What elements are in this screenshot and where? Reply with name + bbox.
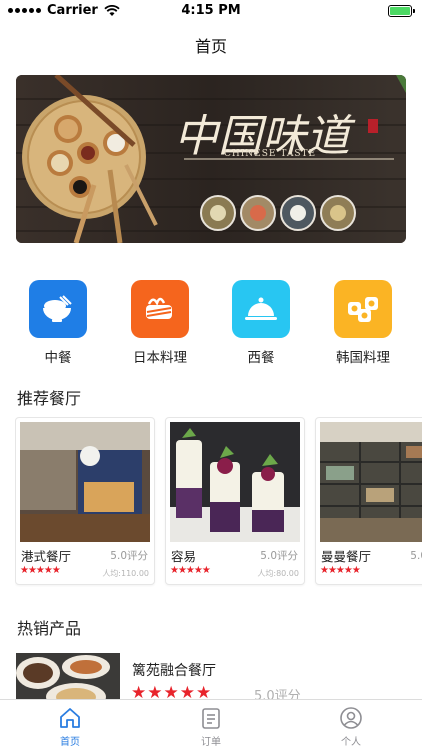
category-grid: 中餐 日本料理 西餐 韩国料理 <box>0 280 422 370</box>
category-western[interactable]: 西餐 <box>216 280 306 366</box>
restaurant-image <box>170 422 300 542</box>
rolls-icon <box>334 280 392 338</box>
profile-icon <box>311 706 391 730</box>
rating-stars: ★★★★★ <box>170 565 211 576</box>
category-korean[interactable]: 韩国料理 <box>318 280 408 366</box>
restaurant-card[interactable]: 容易 5.0评分 ★★★★★ 人均:80.00 <box>165 417 305 585</box>
battery-icon <box>388 5 415 17</box>
banner-title-en: CHINESE TASTE <box>224 149 316 159</box>
product-name: 篱苑融合餐厅 <box>132 663 216 679</box>
restaurant-card[interactable]: 曼曼餐厅 5.0评分 ★★★★★ 人均 <box>315 417 422 585</box>
banner-image: 中国味道 CHINESE TASTE <box>16 75 406 243</box>
tab-bar: 首页 订单 个人 <box>0 699 422 750</box>
hot-products-title: 热销产品 <box>17 619 82 638</box>
tab-label: 个人 <box>341 737 361 748</box>
restaurant-avg-price: 人均:110.00 <box>102 569 149 578</box>
sushi-icon <box>131 280 189 338</box>
rating-stars: ★★★★★ <box>20 565 61 576</box>
recommended-title: 推荐餐厅 <box>17 389 82 408</box>
product-item[interactable]: 篱苑融合餐厅 ★★★★★ 5.0评分 <box>16 653 422 704</box>
restaurant-score: 5.0评分 <box>260 550 298 562</box>
category-label: 韩国料理 <box>336 350 390 366</box>
restaurant-name: 曼曼餐厅 <box>321 549 372 564</box>
restaurant-image <box>20 422 150 542</box>
page-title: 首页 <box>194 37 227 56</box>
restaurant-image <box>320 422 422 542</box>
tab-profile[interactable]: 个人 <box>311 706 391 748</box>
product-image <box>16 653 120 701</box>
order-icon <box>171 706 251 730</box>
restaurant-score: 5.0评分 <box>410 550 422 562</box>
restaurant-carousel[interactable]: 港式餐厅 5.0评分 ★★★★★ 人均:110.00 容易 5.0评分 ★★★★… <box>15 417 422 587</box>
restaurant-name: 容易 <box>171 549 197 564</box>
banner[interactable]: 中国味道 CHINESE TASTE <box>16 75 406 243</box>
cloche-icon <box>232 280 290 338</box>
restaurant-avg-price: 人均:80.00 <box>257 569 299 578</box>
status-bar: Carrier 4:15 PM <box>0 0 422 22</box>
tab-orders[interactable]: 订单 <box>171 706 251 748</box>
category-japanese[interactable]: 日本料理 <box>115 280 205 366</box>
restaurant-card[interactable]: 港式餐厅 5.0评分 ★★★★★ 人均:110.00 <box>15 417 155 585</box>
tab-label: 首页 <box>60 737 80 748</box>
tab-label: 订单 <box>201 737 221 748</box>
category-label: 中餐 <box>44 350 72 366</box>
category-chinese[interactable]: 中餐 <box>13 280 103 366</box>
category-label: 日本料理 <box>133 350 187 366</box>
tab-home[interactable]: 首页 <box>30 706 110 748</box>
home-icon <box>30 706 110 730</box>
restaurant-score: 5.0评分 <box>110 550 148 562</box>
rice-bowl-icon <box>29 280 87 338</box>
rating-stars: ★★★★★ <box>320 565 361 576</box>
restaurant-name: 港式餐厅 <box>21 549 72 564</box>
status-time: 4:15 PM <box>181 3 241 18</box>
category-label: 西餐 <box>247 350 275 366</box>
